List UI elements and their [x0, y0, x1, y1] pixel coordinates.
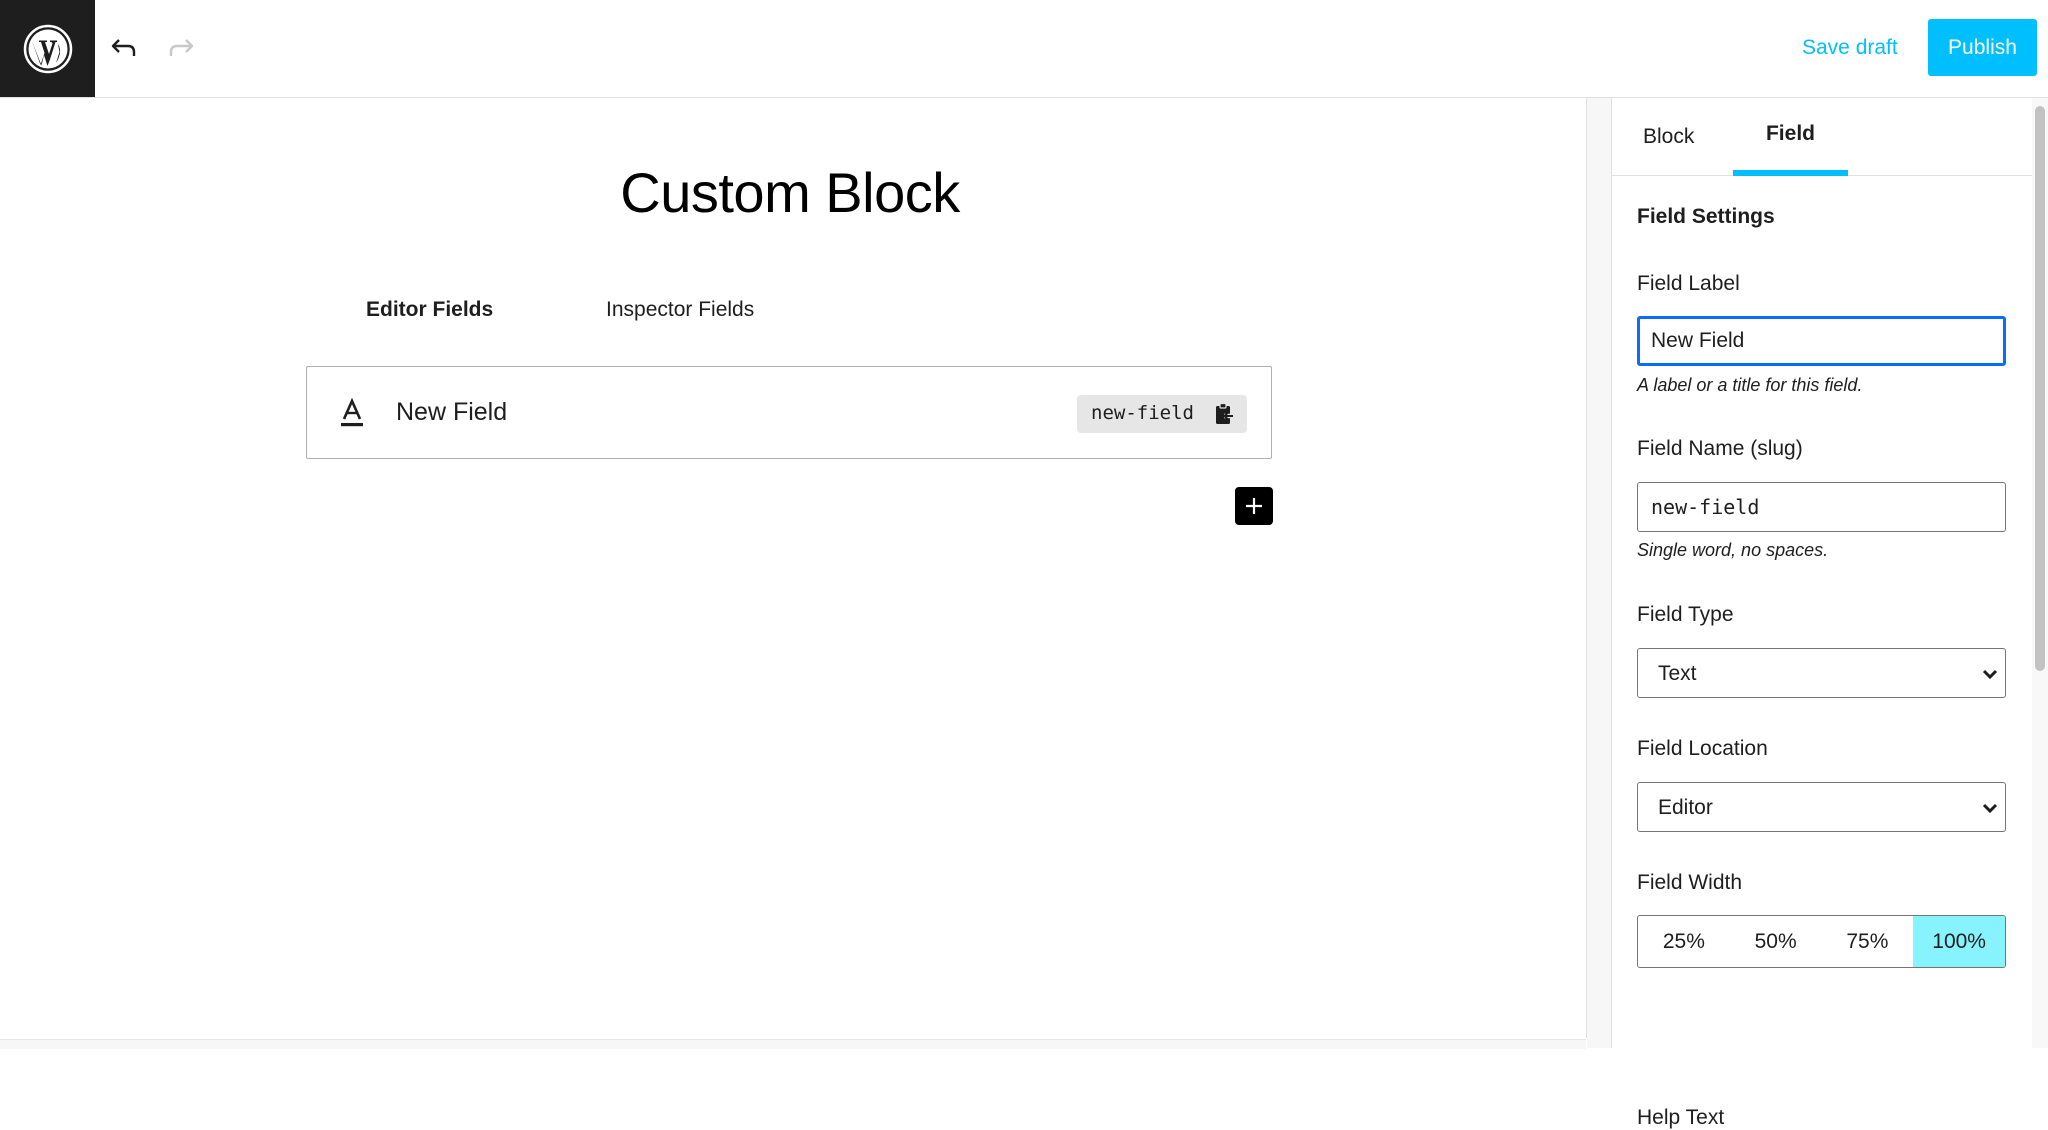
width-option-50[interactable]: 50%: [1730, 916, 1822, 967]
redo-icon: [169, 39, 194, 56]
editor-canvas: [0, 98, 1587, 1038]
field-name-help: Single word, no spaces.: [1637, 540, 1829, 560]
field-location-select[interactable]: Editor: [1637, 782, 2006, 832]
tab-inspector-fields[interactable]: Inspector Fields: [606, 298, 754, 322]
field-label-input[interactable]: [1637, 316, 2006, 366]
scrollbar-thumb[interactable]: [2035, 106, 2045, 671]
width-option-25[interactable]: 25%: [1638, 916, 1730, 967]
field-width-label: Field Width: [1637, 871, 1743, 894]
sidebar-divider: [1587, 98, 1612, 1048]
field-type-label: Field Type: [1637, 603, 1734, 626]
add-field-button[interactable]: [1235, 487, 1273, 525]
redo-button[interactable]: [161, 28, 201, 68]
block-title: Custom Block: [620, 161, 960, 224]
field-name-label: Field Name (slug): [1637, 437, 1803, 460]
save-draft-button[interactable]: Save draft: [1790, 28, 1910, 68]
sidebar-scrollbar[interactable]: [2032, 98, 2048, 1048]
undo-button[interactable]: [104, 28, 144, 68]
field-slug: new-field: [1091, 402, 1194, 424]
field-label: New Field: [396, 398, 508, 426]
sidebar-tabs: Block Field: [1612, 98, 2032, 176]
plus-icon: [1246, 498, 1262, 514]
field-slug-chip: new-field: [1077, 395, 1247, 433]
tab-block[interactable]: Block: [1643, 98, 1694, 175]
chevron-down-icon: [1982, 803, 1998, 814]
field-type-select[interactable]: Text: [1637, 648, 2006, 698]
field-label-help: A label or a title for this field.: [1637, 375, 1863, 395]
tab-editor-fields[interactable]: Editor Fields: [366, 298, 493, 322]
settings-sidebar: Block Field Field Settings Field Label A…: [1612, 98, 2032, 1129]
undo-icon: [111, 39, 136, 56]
clipboard-copy-icon[interactable]: [1213, 402, 1235, 426]
width-option-75[interactable]: 75%: [1822, 916, 1914, 967]
wordpress-logo-icon: [23, 24, 72, 73]
field-location-value: Editor: [1658, 796, 1713, 819]
section-title: Field Settings: [1637, 205, 1775, 228]
field-width-button-group: 25% 50% 75% 100%: [1637, 915, 2006, 968]
chevron-down-icon: [1982, 669, 1998, 680]
wordpress-logo-button[interactable]: [0, 0, 95, 97]
editor-header: Save draft Publish: [0, 0, 2048, 98]
field-name-input[interactable]: [1637, 482, 2006, 532]
text-field-icon: [341, 397, 363, 427]
publish-button[interactable]: Publish: [1928, 19, 2037, 76]
width-option-100[interactable]: 100%: [1913, 916, 2005, 967]
tab-field[interactable]: Field: [1733, 98, 1848, 176]
field-type-value: Text: [1658, 662, 1697, 685]
field-label-label: Field Label: [1637, 272, 1740, 295]
help-text-label: Help Text: [1637, 1106, 1725, 1129]
field-location-label: Field Location: [1637, 737, 1768, 760]
field-list-item[interactable]: New Field new-field: [306, 366, 1272, 459]
